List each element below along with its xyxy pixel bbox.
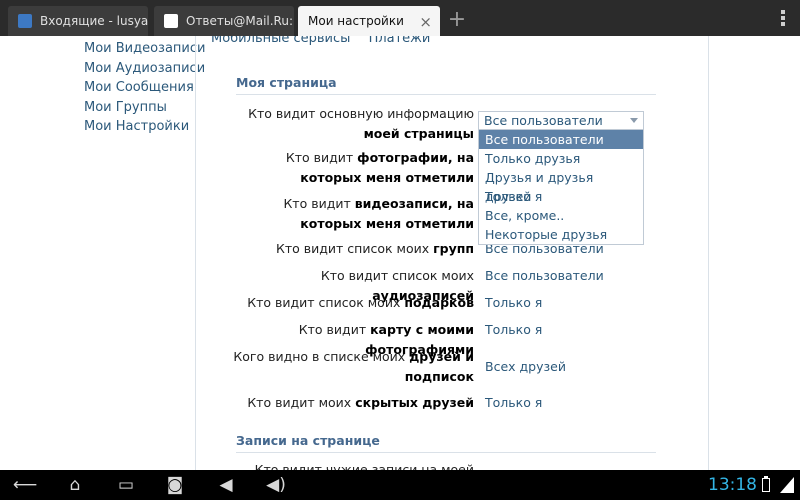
setting-label: Кого видно в списке моих друзей и подпис… (233, 349, 474, 384)
volume-up-icon[interactable]: ◀) (263, 476, 289, 494)
setting-label: Кто видит список моих подарков (247, 295, 474, 310)
tab-label: Мои настройки (308, 14, 404, 28)
setting-label: Кто видит фотографии, на которых меня от… (285, 150, 474, 185)
volume-down-icon[interactable]: ◀ (213, 476, 239, 494)
select-value: Все пользователи (484, 113, 603, 128)
setting-value-link[interactable]: Только я (485, 320, 542, 340)
nav-my-audio[interactable]: Мои Аудиозаписи (84, 59, 205, 79)
option-some-friends[interactable]: Некоторые друзья (479, 225, 643, 244)
web-page: Мои Видеозаписи Мои Аудиозаписи Мои Сооб… (0, 36, 800, 470)
setting-label: Кто видит основную информацию моей стран… (248, 106, 474, 141)
tab-settings[interactable]: Мои настройки × (298, 6, 440, 36)
signal-icon (780, 477, 794, 493)
battery-icon (762, 476, 770, 492)
nav-my-messages[interactable]: Мои Сообщения (84, 78, 205, 98)
new-tab-button[interactable]: + (444, 8, 470, 34)
subtab-payments[interactable]: Платежи (369, 36, 431, 46)
tab-label: Входящие - lusya... (40, 14, 148, 28)
subtab-mobile-services[interactable]: Мобильные сервисы (211, 36, 350, 46)
settings-content: Мобильные сервисы Платежи Моя страница К… (195, 36, 709, 470)
tab-inbox[interactable]: Входящие - lusya... (8, 6, 148, 36)
system-navigation-bar: ⟵ ⌂ ▭ ◙ ◀ ◀) 13:18 (0, 470, 800, 500)
option-all-users[interactable]: Все пользователи (479, 130, 643, 149)
recent-apps-icon[interactable]: ▭ (113, 476, 139, 494)
setting-label: Кто видит список моих групп (276, 241, 474, 256)
option-friends-only[interactable]: Только друзья (479, 149, 643, 168)
back-icon[interactable]: ⟵ (12, 476, 38, 494)
setting-label: Кто видит моих скрытых друзей (247, 395, 474, 410)
privacy-options-list: Все пользователи Только друзья Друзья и … (478, 130, 644, 245)
left-navigation: Мои Видеозаписи Мои Аудиозаписи Мои Сооб… (84, 39, 205, 137)
setting-value-link[interactable]: Всех друзей (485, 357, 566, 377)
nav-my-settings[interactable]: Мои Настройки (84, 117, 205, 137)
chevron-down-icon (630, 118, 638, 123)
option-only-me[interactable]: Только я (479, 187, 643, 206)
setting-label: Кто видит чужие записи на моей (254, 462, 474, 470)
mail-icon (18, 14, 32, 28)
nav-my-videos[interactable]: Мои Видеозаписи (84, 39, 205, 59)
overflow-menu-icon[interactable] (780, 10, 786, 26)
setting-value-link[interactable]: Только я (485, 393, 542, 413)
tab-answers[interactable]: Ответы@Mail.Ru:... (154, 6, 294, 36)
settings-subtabs: Мобильные сервисы Платежи (211, 36, 444, 46)
option-friends-of-friends[interactable]: Друзья и друзья друзей (479, 168, 643, 204)
close-tab-icon[interactable]: × (419, 13, 432, 31)
section-title-my-page: Моя страница (236, 75, 656, 95)
answers-icon (164, 14, 178, 28)
camera-icon[interactable]: ◙ (162, 476, 188, 494)
home-icon[interactable]: ⌂ (62, 476, 88, 494)
nav-my-groups[interactable]: Мои Группы (84, 98, 205, 118)
setting-value-link[interactable]: Только я (485, 293, 542, 313)
setting-value-link[interactable]: Все пользователи (485, 266, 604, 286)
system-clock: 13:18 (708, 475, 757, 495)
section-title-wall-posts: Записи на странице (236, 433, 656, 453)
setting-label: Кто видит видеозаписи, на которых меня о… (283, 196, 474, 231)
option-all-except[interactable]: Все, кроме.. (479, 206, 643, 225)
tab-label: Ответы@Mail.Ru:... (186, 14, 294, 28)
browser-tab-bar: Входящие - lusya... Ответы@Mail.Ru:... М… (0, 0, 800, 36)
privacy-select[interactable]: Все пользователи (478, 111, 644, 130)
